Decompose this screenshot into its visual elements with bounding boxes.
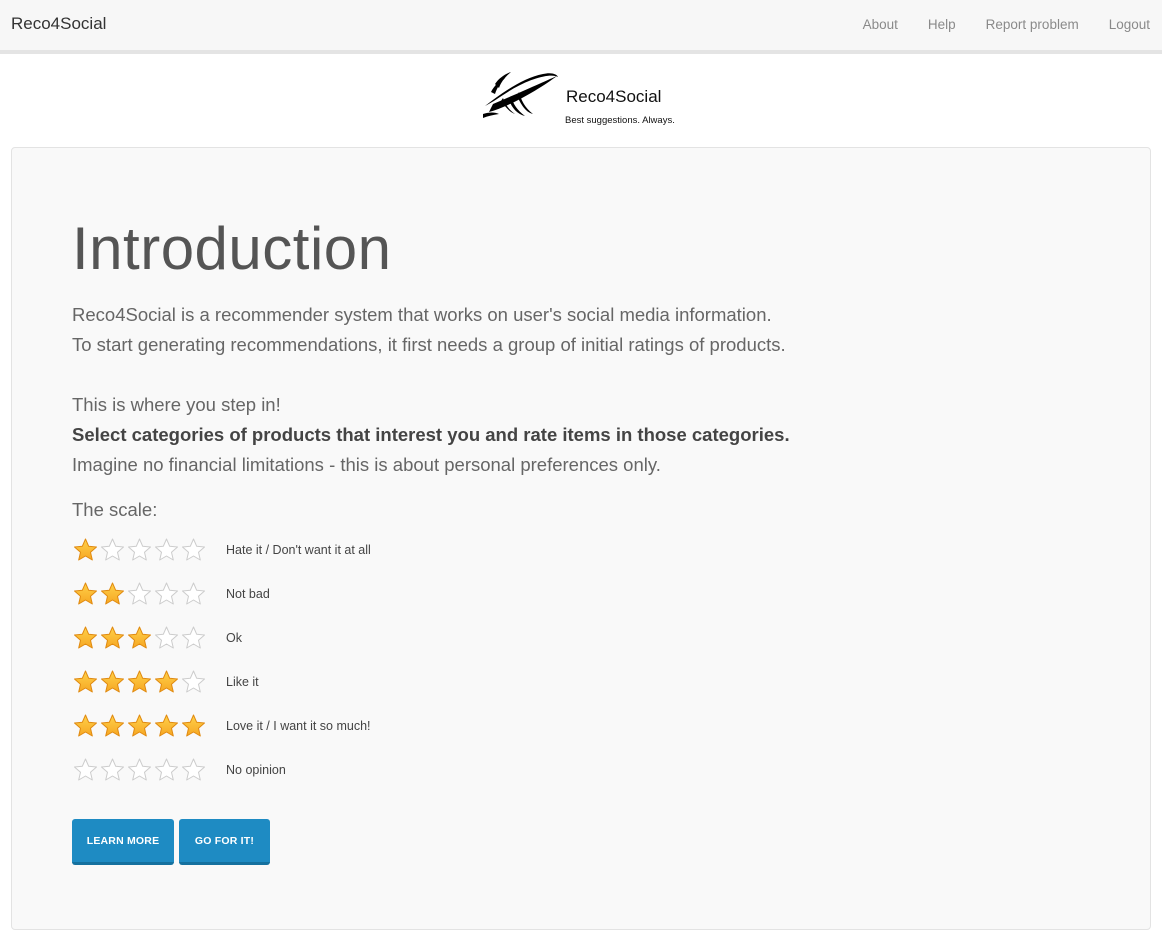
scale-row: No opinion xyxy=(72,757,286,783)
scale-label: Not bad xyxy=(226,587,270,601)
scale-row: Hate it / Don't want it at all xyxy=(72,537,371,563)
intro-panel: Introduction Reco4Social is a recommende… xyxy=(11,147,1151,930)
star-filled-icon xyxy=(128,714,151,737)
star-filled-icon xyxy=(182,714,205,737)
star-filled-icon xyxy=(101,670,124,693)
scale-row: Ok xyxy=(72,625,242,651)
page-title: Introduction xyxy=(72,215,392,282)
star-filled-icon xyxy=(155,714,178,737)
scale-row: Love it / I want it so much! xyxy=(72,713,371,739)
scale-row: Like it xyxy=(72,669,259,695)
star-empty-icon xyxy=(128,538,151,561)
star-filled-icon xyxy=(101,626,124,649)
scale-label: Love it / I want it so much! xyxy=(226,719,371,733)
star-empty-icon xyxy=(128,582,151,605)
intro-paragraph-5: Imagine no financial limitations - this … xyxy=(72,454,661,475)
star-empty-icon xyxy=(182,758,205,781)
star-empty-icon xyxy=(155,626,178,649)
star-empty-icon xyxy=(182,670,205,693)
learn-more-button[interactable]: Learn more xyxy=(72,819,174,865)
scale-heading: The scale: xyxy=(72,499,158,520)
star-filled-icon xyxy=(74,714,97,737)
star-rating xyxy=(72,625,220,651)
nav-links: About Help Report problem Logout xyxy=(833,17,1150,32)
star-empty-icon xyxy=(182,538,205,561)
logo-title: Reco4Social xyxy=(566,87,662,106)
star-rating xyxy=(72,581,220,607)
site-logo: Reco4Social Best suggestions. Always. xyxy=(481,68,701,130)
star-empty-icon xyxy=(155,538,178,561)
intro-paragraph-1: Reco4Social is a recommender system that… xyxy=(72,304,772,325)
scale-label: No opinion xyxy=(226,763,286,777)
scale-label: Hate it / Don't want it at all xyxy=(226,543,371,557)
brand-link[interactable]: Reco4Social xyxy=(11,14,106,34)
star-rating xyxy=(72,537,220,563)
star-empty-icon xyxy=(74,758,97,781)
star-filled-icon xyxy=(155,670,178,693)
nav-report-problem-link[interactable]: Report problem xyxy=(986,17,1079,32)
intro-paragraph-2: To start generating recommendations, it … xyxy=(72,334,786,355)
star-filled-icon xyxy=(74,582,97,605)
nav-help-link[interactable]: Help xyxy=(928,17,956,32)
star-filled-icon xyxy=(128,626,151,649)
nav-about-link[interactable]: About xyxy=(863,17,898,32)
scale-label: Ok xyxy=(226,631,242,645)
go-for-it-button[interactable]: Go for it! xyxy=(179,819,270,865)
star-filled-icon xyxy=(101,714,124,737)
star-filled-icon xyxy=(74,626,97,649)
scale-label: Like it xyxy=(226,675,259,689)
intro-instruction: Select categories of products that inter… xyxy=(72,424,790,445)
star-empty-icon xyxy=(101,538,124,561)
swirl-logo-icon xyxy=(483,72,558,118)
star-filled-icon xyxy=(128,670,151,693)
star-empty-icon xyxy=(182,582,205,605)
star-empty-icon xyxy=(101,758,124,781)
nav-logout-link[interactable]: Logout xyxy=(1109,17,1150,32)
star-empty-icon xyxy=(155,582,178,605)
star-empty-icon xyxy=(155,758,178,781)
star-rating xyxy=(72,669,220,695)
star-rating xyxy=(72,757,220,783)
star-rating xyxy=(72,713,220,739)
logo-tagline: Best suggestions. Always. xyxy=(565,115,675,126)
star-filled-icon xyxy=(101,582,124,605)
star-filled-icon xyxy=(74,670,97,693)
intro-paragraph-3: This is where you step in! xyxy=(72,394,281,415)
star-empty-icon xyxy=(182,626,205,649)
scale-row: Not bad xyxy=(72,581,270,607)
star-empty-icon xyxy=(128,758,151,781)
star-filled-icon xyxy=(74,538,97,561)
top-navbar: Reco4Social About Help Report problem Lo… xyxy=(0,0,1162,54)
